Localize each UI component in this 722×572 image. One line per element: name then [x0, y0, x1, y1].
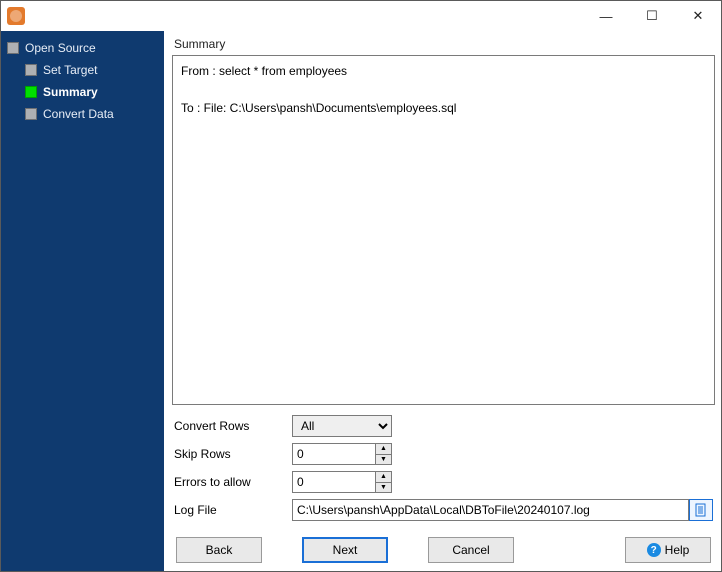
summary-text[interactable]: From : select * from employees To : File…	[172, 55, 715, 405]
spin-up-icon[interactable]: ▲	[376, 472, 391, 483]
close-button[interactable]: ✕	[675, 1, 721, 31]
help-button-label: Help	[665, 543, 690, 557]
spin-down-icon[interactable]: ▼	[376, 483, 391, 493]
titlebar: — ☐ ✕	[1, 1, 721, 31]
step-label: Convert Data	[43, 107, 114, 121]
wizard-steps-tree: Open Source Set Target	[5, 37, 160, 125]
step-label: Set Target	[43, 63, 97, 77]
step-label: Summary	[43, 85, 98, 99]
log-file-cell	[292, 499, 689, 521]
convert-rows-select[interactable]: All	[292, 415, 392, 437]
summary-heading: Summary	[172, 35, 715, 55]
step-label: Open Source	[25, 41, 96, 55]
summary-from-line: From : select * from employees	[181, 62, 706, 81]
help-icon: ?	[647, 543, 661, 557]
square-icon	[7, 42, 19, 54]
maximize-button[interactable]: ☐	[629, 1, 675, 31]
blank-line	[181, 81, 706, 99]
app-icon	[7, 7, 25, 25]
log-file-browse-button[interactable]	[689, 499, 713, 521]
log-file-label: Log File	[172, 503, 292, 517]
square-icon	[25, 64, 37, 76]
spin-up-icon[interactable]: ▲	[376, 444, 391, 455]
errors-allow-input[interactable]	[293, 472, 375, 492]
errors-allow-stepper[interactable]: ▲ ▼	[292, 471, 392, 493]
main-panel: Summary From : select * from employees T…	[164, 31, 721, 571]
next-button[interactable]: Next	[302, 537, 388, 563]
body: Open Source Set Target	[1, 31, 721, 571]
errors-allow-label: Errors to allow	[172, 475, 292, 489]
window-controls: — ☐ ✕	[583, 1, 721, 31]
convert-rows-label: Convert Rows	[172, 419, 292, 433]
cancel-button[interactable]: Cancel	[428, 537, 514, 563]
options-grid: Convert Rows All Skip Rows ▲ ▼	[172, 415, 715, 521]
step-summary[interactable]: Summary	[23, 81, 160, 103]
wizard-sidebar: Open Source Set Target	[1, 31, 164, 571]
spin-down-icon[interactable]: ▼	[376, 455, 391, 465]
convert-rows-cell: All	[292, 415, 689, 437]
step-convert-data[interactable]: Convert Data	[23, 103, 160, 125]
skip-rows-cell: ▲ ▼	[292, 443, 689, 465]
minimize-button[interactable]: —	[583, 1, 629, 31]
wizard-buttons: Back Next Cancel ? Help	[172, 527, 715, 565]
help-button[interactable]: ? Help	[625, 537, 711, 563]
log-file-browse-cell	[689, 499, 715, 521]
log-file-input[interactable]	[292, 499, 689, 521]
skip-rows-input[interactable]	[293, 444, 375, 464]
app-window: — ☐ ✕ Open Source	[0, 0, 722, 572]
document-icon	[694, 503, 708, 517]
skip-rows-stepper[interactable]: ▲ ▼	[292, 443, 392, 465]
step-set-target[interactable]: Set Target	[23, 59, 160, 81]
summary-to-line: To : File: C:\Users\pansh\Documents\empl…	[181, 99, 706, 118]
skip-rows-label: Skip Rows	[172, 447, 292, 461]
step-open-source[interactable]: Open Source	[5, 37, 160, 59]
errors-allow-cell: ▲ ▼	[292, 471, 689, 493]
square-icon	[25, 108, 37, 120]
square-icon	[25, 86, 37, 98]
back-button[interactable]: Back	[176, 537, 262, 563]
